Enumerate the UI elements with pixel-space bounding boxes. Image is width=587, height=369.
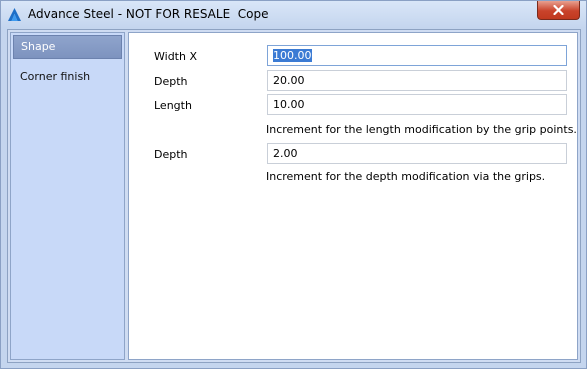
properties-panel: Width X 100.00 Depth Length Increment fo… [128, 32, 578, 360]
window-title: Advance Steel - NOT FOR RESALE Cope [28, 7, 269, 21]
width-x-field[interactable]: 100.00 [267, 45, 567, 66]
length-hint: Increment for the length modification by… [266, 123, 577, 136]
depth-label: Depth [154, 75, 188, 88]
category-sidebar: Shape Corner finish [10, 32, 125, 360]
width-x-label: Width X [154, 50, 197, 63]
depth-increment-label: Depth [154, 148, 188, 161]
depth-increment-field[interactable] [267, 143, 567, 164]
length-label: Length [154, 99, 192, 112]
title-bar[interactable]: Advance Steel - NOT FOR RESALE Cope [1, 1, 586, 28]
dialog-body: Shape Corner finish Width X 100.00 Depth… [7, 29, 581, 363]
advance-steel-logo-icon [8, 8, 21, 21]
width-x-value: 100.00 [273, 49, 312, 62]
depth-hint: Increment for the depth modification via… [266, 170, 546, 183]
dialog-window: Advance Steel - NOT FOR RESALE Cope Shap… [0, 0, 587, 369]
sidebar-item-shape[interactable]: Shape [13, 35, 122, 59]
sidebar-item-corner-finish[interactable]: Corner finish [13, 65, 122, 89]
depth-field[interactable] [267, 70, 567, 91]
length-field[interactable] [267, 94, 567, 115]
close-button[interactable] [537, 1, 580, 20]
close-icon [553, 5, 564, 15]
